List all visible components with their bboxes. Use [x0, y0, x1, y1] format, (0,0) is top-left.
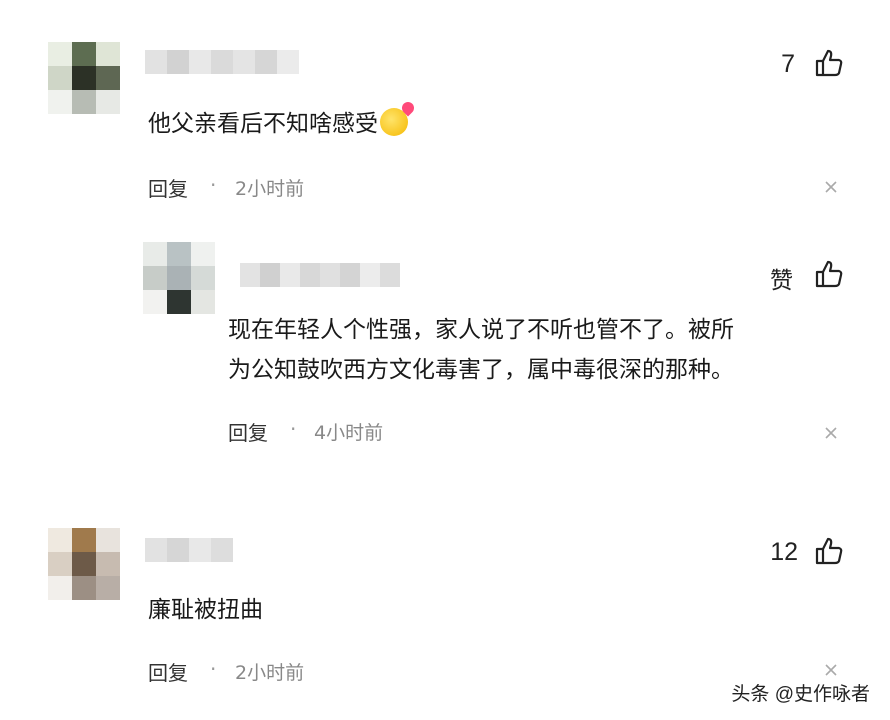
comment-text: 他父亲看后不知啥感受 [148, 104, 408, 144]
username-blurred[interactable] [145, 538, 233, 562]
comment-panel: 7 他父亲看后不知啥感受 回复 · 2小时前 赞 现在年轻人个性强，家人说了不听… [0, 0, 890, 720]
reply-button[interactable]: 回复 [228, 417, 268, 446]
separator-dot: · [210, 173, 217, 197]
separator-dot: · [290, 417, 297, 441]
source-watermark: 头条 @史作咏者 [731, 684, 870, 705]
close-icon[interactable] [825, 664, 837, 676]
avatar[interactable] [48, 528, 120, 600]
thumbs-up-icon[interactable] [814, 536, 844, 566]
username-blurred[interactable] [145, 50, 299, 74]
like-count: 12 [770, 538, 798, 566]
timestamp: 2小时前 [235, 178, 305, 200]
comment-text-line-2: 为公知鼓吹西方文化毒害了，属中毒很深的那种。 [228, 357, 734, 383]
like-label: 赞 [770, 268, 793, 294]
kiss-emoji-icon [380, 108, 408, 136]
timestamp: 4小时前 [314, 422, 384, 444]
timestamp: 2小时前 [235, 662, 305, 684]
close-icon[interactable] [825, 427, 837, 439]
avatar[interactable] [143, 242, 215, 314]
avatar[interactable] [48, 42, 120, 114]
comment-text-line-1: 现在年轻人个性强，家人说了不听也管不了。被所 [228, 317, 734, 343]
thumbs-up-icon[interactable] [814, 48, 844, 78]
thumbs-up-icon[interactable] [814, 259, 844, 289]
close-icon[interactable] [825, 181, 837, 193]
reply-button[interactable]: 回复 [148, 173, 188, 202]
reply-button[interactable]: 回复 [148, 657, 188, 686]
like-count: 7 [781, 50, 795, 78]
separator-dot: · [210, 657, 217, 681]
username-blurred[interactable] [240, 263, 400, 287]
comment-text: 廉耻被扭曲 [148, 597, 263, 623]
